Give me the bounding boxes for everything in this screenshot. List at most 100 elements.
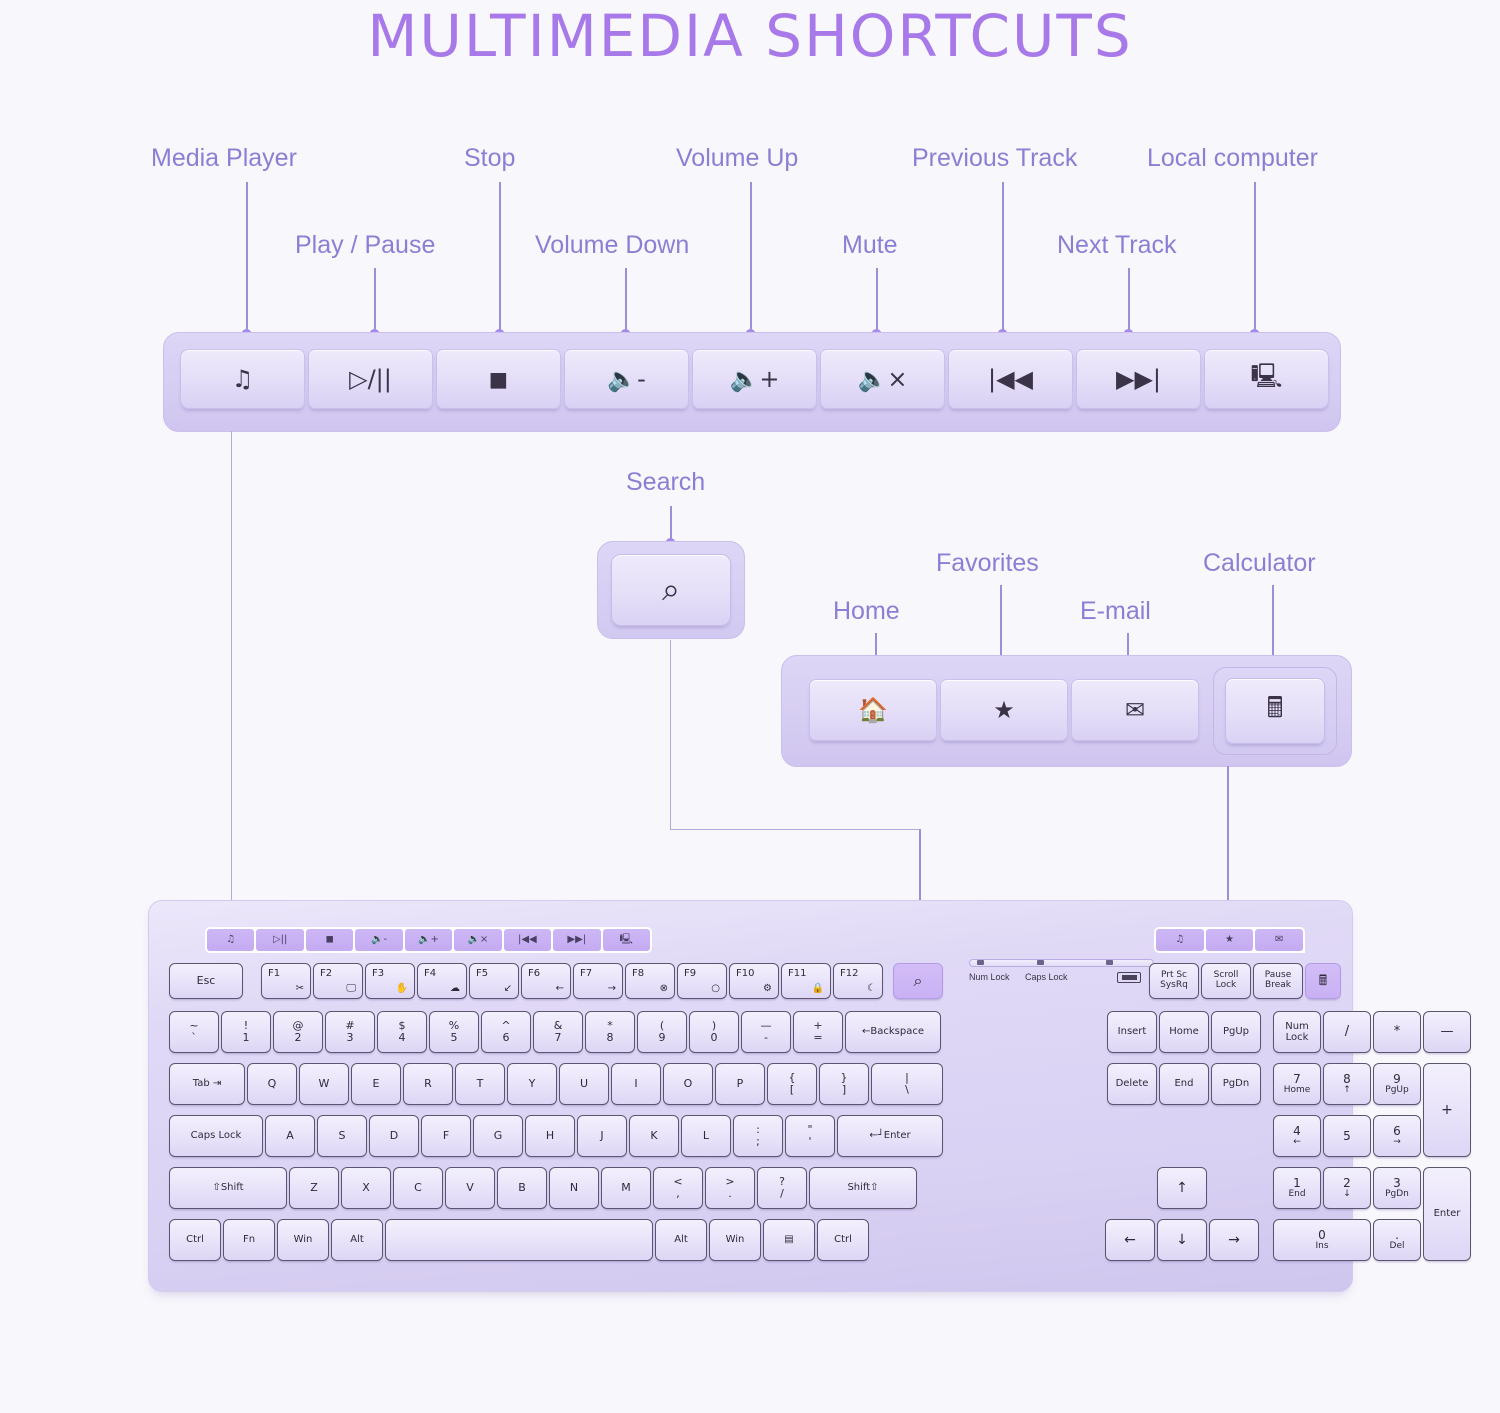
kb-key-m[interactable]: M bbox=[601, 1167, 651, 1209]
kb-numpad-3[interactable]: 3 PgDn bbox=[1373, 1167, 1421, 1209]
kb-key--right[interactable]: ▤ bbox=[763, 1219, 815, 1261]
kb-key-a[interactable]: A bbox=[265, 1115, 315, 1157]
kb-key-shift-left[interactable]: ⇧Shift bbox=[169, 1167, 287, 1209]
kb-key-w[interactable]: W bbox=[299, 1063, 349, 1105]
media-key-media-player[interactable]: ♫ bbox=[180, 349, 305, 409]
kb-key-j[interactable]: J bbox=[577, 1115, 627, 1157]
kb-media-key-right-2[interactable]: ✉ bbox=[1255, 929, 1304, 951]
kb-key-scroll[interactable]: Scroll Lock bbox=[1201, 963, 1251, 999]
kb-key-arrow-left[interactable]: ← bbox=[1105, 1219, 1155, 1261]
kb-key-prt-sc[interactable]: Prt Sc SysRq bbox=[1149, 963, 1199, 999]
media-key-mute[interactable]: 🔈× bbox=[820, 349, 945, 409]
kb-key-num-12[interactable]: + = bbox=[793, 1011, 843, 1053]
kb-key-pause[interactable]: Pause Break bbox=[1253, 963, 1303, 999]
kb-key-f[interactable]: F bbox=[421, 1115, 471, 1157]
kb-key-end[interactable]: End bbox=[1159, 1063, 1209, 1105]
kb-key-f5[interactable]: F5 ↙ bbox=[469, 963, 519, 999]
kb-key-;[interactable]: :; bbox=[733, 1115, 783, 1157]
media-key-next-track[interactable]: ▶▶| bbox=[1076, 349, 1201, 409]
kb-media-key-right-0[interactable]: ♫ bbox=[1156, 929, 1204, 951]
kb-key-delete[interactable]: Delete bbox=[1107, 1063, 1157, 1105]
kb-key-num-0[interactable]: ~ ` bbox=[169, 1011, 219, 1053]
kb-key-n[interactable]: N bbox=[549, 1167, 599, 1209]
kb-key-f3[interactable]: F3 ✋ bbox=[365, 963, 415, 999]
kb-numpad-9[interactable]: 9 PgUp bbox=[1373, 1063, 1421, 1105]
kb-key-k[interactable]: K bbox=[629, 1115, 679, 1157]
media-key-volume-down[interactable]: 🔈- bbox=[564, 349, 689, 409]
search-key-callout[interactable]: ⌕ bbox=[597, 541, 745, 639]
kb-key-t[interactable]: T bbox=[455, 1063, 505, 1105]
kb-key-num-6[interactable]: ^ 6 bbox=[481, 1011, 531, 1053]
kb-key-caps-lock[interactable]: Caps Lock bbox=[169, 1115, 263, 1157]
kb-key-num-8[interactable]: * 8 bbox=[585, 1011, 635, 1053]
kb-numpad-6[interactable]: 6 → bbox=[1373, 1115, 1421, 1157]
kb-key-num-1[interactable]: ! 1 bbox=[221, 1011, 271, 1053]
kb-key-pgdn[interactable]: PgDn bbox=[1211, 1063, 1261, 1105]
kb-key-e[interactable]: E bbox=[351, 1063, 401, 1105]
kb-key-home[interactable]: Home bbox=[1159, 1011, 1209, 1053]
calculator-key-face[interactable]: 🖩 bbox=[1225, 678, 1325, 744]
kb-media-key-1[interactable]: ▷|| bbox=[256, 929, 304, 951]
kb-media-key-7[interactable]: ▶▶| bbox=[553, 929, 601, 951]
app-key-home[interactable]: 🏠 bbox=[809, 679, 937, 741]
kb-key-num-7[interactable]: & 7 bbox=[533, 1011, 583, 1053]
kb-key-b[interactable]: B bbox=[497, 1167, 547, 1209]
kb-key-\[interactable]: | \ bbox=[871, 1063, 943, 1105]
kb-key-search[interactable]: ⌕ bbox=[893, 963, 943, 999]
kb-key-alt-right[interactable]: Alt bbox=[655, 1219, 707, 1261]
kb-key-ctrl-right[interactable]: Ctrl bbox=[817, 1219, 869, 1261]
kb-key-o[interactable]: O bbox=[663, 1063, 713, 1105]
kb-media-key-8[interactable]: 🖳 bbox=[602, 929, 650, 951]
kb-key-calculator[interactable]: 🖩 bbox=[1305, 963, 1341, 999]
kb-key-l[interactable]: L bbox=[681, 1115, 731, 1157]
kb-key-win[interactable]: Win bbox=[277, 1219, 329, 1261]
kb-key-win-right[interactable]: Win bbox=[709, 1219, 761, 1261]
kb-key-insert[interactable]: Insert bbox=[1107, 1011, 1157, 1053]
media-key-stop[interactable]: ◼ bbox=[436, 349, 561, 409]
kb-key-u[interactable]: U bbox=[559, 1063, 609, 1105]
kb-media-key-2[interactable]: ◼ bbox=[305, 929, 354, 951]
app-key-email[interactable]: ✉ bbox=[1071, 679, 1199, 741]
kb-key-h[interactable]: H bbox=[525, 1115, 575, 1157]
media-key-previous-track[interactable]: |◀◀ bbox=[948, 349, 1073, 409]
kb-media-key-0[interactable]: ♫ bbox=[207, 929, 255, 951]
app-key-favorites[interactable]: ★ bbox=[940, 679, 1068, 741]
kb-key-f4[interactable]: F4 ☁ bbox=[417, 963, 467, 999]
kb-key-num-9[interactable]: (9 bbox=[637, 1011, 687, 1053]
kb-key-][interactable]: }] bbox=[819, 1063, 869, 1105]
kb-numpad-plus[interactable]: + bbox=[1423, 1063, 1471, 1157]
kb-key-/[interactable]: ? / bbox=[757, 1167, 807, 1209]
kb-key-p[interactable]: P bbox=[715, 1063, 765, 1105]
kb-key-fn[interactable]: Fn bbox=[223, 1219, 275, 1261]
kb-key-f10[interactable]: F10 ⚙ bbox=[729, 963, 779, 999]
kb-numpad-8[interactable]: 8 ↑ bbox=[1323, 1063, 1371, 1105]
kb-key-tab[interactable]: Tab ⇥ bbox=[169, 1063, 245, 1105]
kb-key-f9[interactable]: F9 ○ bbox=[677, 963, 727, 999]
kb-key-f7[interactable]: F7 → bbox=[573, 963, 623, 999]
kb-key-r[interactable]: R bbox=[403, 1063, 453, 1105]
search-key-face[interactable]: ⌕ bbox=[611, 554, 731, 626]
kb-key-'[interactable]: " ' bbox=[785, 1115, 835, 1157]
kb-key-space[interactable] bbox=[385, 1219, 653, 1261]
kb-media-key-6[interactable]: |◀◀ bbox=[503, 929, 552, 951]
kb-key-f2[interactable]: F2 🖵 bbox=[313, 963, 363, 999]
kb-key-,[interactable]: <, bbox=[653, 1167, 703, 1209]
kb-key-num-4[interactable]: $4 bbox=[377, 1011, 427, 1053]
media-key-volume-up[interactable]: 🔈+ bbox=[692, 349, 817, 409]
kb-key-f8[interactable]: F8 ⊗ bbox=[625, 963, 675, 999]
kb-key-q[interactable]: Q bbox=[247, 1063, 297, 1105]
kb-key-num-2[interactable]: @2 bbox=[273, 1011, 323, 1053]
kb-numpad-—[interactable]: — bbox=[1423, 1011, 1471, 1053]
kb-numpad-4[interactable]: 4 ← bbox=[1273, 1115, 1321, 1157]
kb-key-ctrl[interactable]: Ctrl bbox=[169, 1219, 221, 1261]
kb-numpad-decimal[interactable]: . Del bbox=[1373, 1219, 1421, 1261]
kb-key-pgup[interactable]: PgUp bbox=[1211, 1011, 1261, 1053]
kb-key-arrow-up[interactable]: ↑ bbox=[1157, 1167, 1207, 1209]
kb-media-key-right-1[interactable]: ★ bbox=[1205, 929, 1254, 951]
kb-numpad-0[interactable]: 0 Ins bbox=[1273, 1219, 1371, 1261]
kb-key-enter[interactable]: ←┘Enter bbox=[837, 1115, 943, 1157]
kb-numpad-/[interactable]: / bbox=[1323, 1011, 1371, 1053]
kb-key-arrow-right[interactable]: → bbox=[1209, 1219, 1259, 1261]
kb-key-f12[interactable]: F12 ☾ bbox=[833, 963, 883, 999]
kb-key-num-11[interactable]: — - bbox=[741, 1011, 791, 1053]
